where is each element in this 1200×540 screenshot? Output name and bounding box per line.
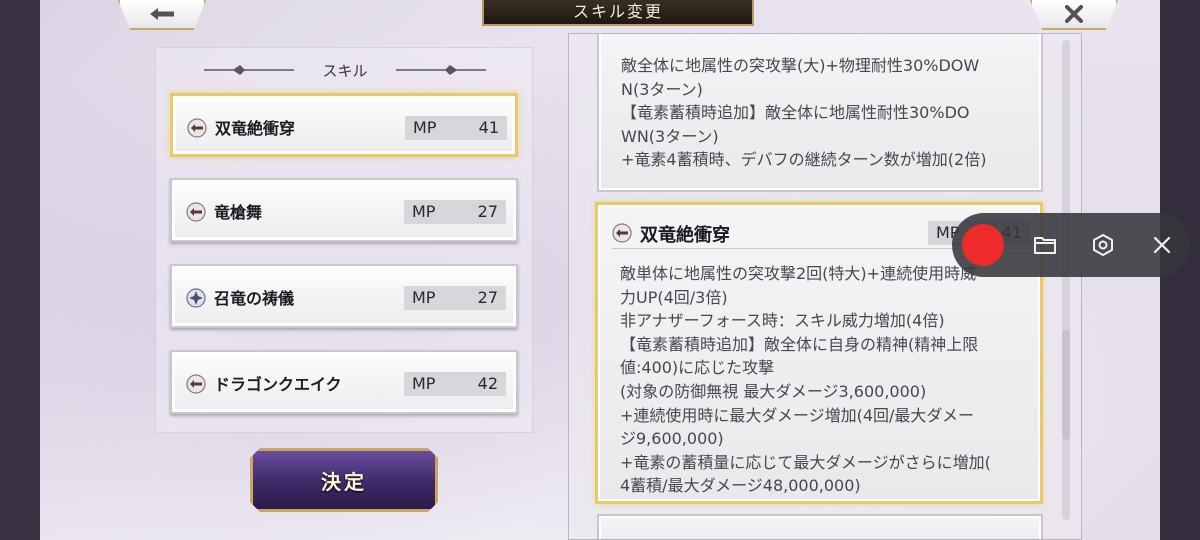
skill-item-1[interactable]: 双竜絶衝穿 MP 41	[170, 93, 518, 157]
skill-name: 双竜絶衝穿	[215, 119, 296, 138]
spear-icon	[187, 118, 207, 138]
record-button[interactable]	[962, 224, 1004, 266]
close-icon[interactable]	[1150, 233, 1174, 257]
skill-description: 敵全体に地属性の突攻撃(大)+物理耐性30%DOW N(3ターン) 【竜素蓄積時…	[621, 56, 987, 170]
decide-button[interactable]: 決定	[250, 448, 438, 512]
skill-item-4[interactable]: ドラゴンクエイク MP 42	[170, 350, 518, 414]
skill-detail-card-previous: 敵全体に地属性の突攻撃(大)+物理耐性30%DOW N(3ターン) 【竜素蓄積時…	[597, 34, 1043, 192]
skill-item-3[interactable]: 召竜の祷儀 MP 27	[170, 264, 518, 328]
mp-value: 27	[477, 202, 498, 221]
mp-label: MP	[412, 288, 436, 307]
ornament-right-icon	[395, 65, 486, 75]
screen-title: スキル変更	[482, 0, 754, 26]
spear-icon	[186, 202, 206, 222]
background-edge-left	[0, 0, 40, 540]
skill-detail-panel[interactable]: 敵全体に地属性の突攻撃(大)+物理耐性30%DOW N(3ターン) 【竜素蓄積時…	[568, 33, 1082, 540]
arrow-left-icon	[150, 8, 174, 20]
mp-cost: MP 27	[404, 286, 506, 310]
mp-value: 41	[478, 118, 499, 137]
settings-icon[interactable]	[1091, 233, 1115, 257]
skill-name: 召竜の祷儀	[214, 289, 295, 308]
mp-value: 27	[477, 288, 498, 307]
crystal-icon	[186, 288, 206, 308]
spear-icon	[612, 223, 632, 243]
scrollbar-thumb[interactable]	[1062, 330, 1070, 440]
skill-detail-name: 双竜絶衝穿	[640, 225, 730, 246]
skill-name: ドラゴンクエイク	[214, 375, 342, 394]
skill-description: 敵単体に地属性の突攻撃2回(特大)+連続使用時威 力UP(4回/3倍) 非アナザ…	[620, 264, 991, 496]
skill-list-title: スキル	[322, 61, 368, 80]
skill-detail-card-next	[597, 514, 1043, 539]
mp-label: MP	[412, 374, 436, 393]
mp-value: 42	[477, 374, 498, 393]
ornament-left-icon	[204, 65, 295, 75]
skill-item-2[interactable]: 竜槍舞 MP 27	[170, 178, 518, 242]
close-button[interactable]	[1030, 0, 1118, 30]
mp-cost: MP 41	[405, 116, 507, 140]
mp-cost: MP 27	[404, 200, 506, 224]
mp-cost: MP 42	[404, 372, 506, 396]
decide-button-label: 決定	[321, 469, 367, 494]
skill-list-header: スキル	[156, 58, 534, 82]
close-icon	[1065, 5, 1083, 23]
skill-name: 竜槍舞	[214, 203, 263, 222]
mp-label: MP	[412, 202, 436, 221]
spear-icon	[186, 374, 206, 394]
back-button[interactable]	[118, 0, 206, 30]
folder-icon[interactable]	[1033, 233, 1057, 257]
screen-recorder-toolbar	[952, 213, 1190, 277]
mp-label: MP	[413, 118, 437, 137]
detail-scrollbar[interactable]	[1062, 40, 1070, 520]
